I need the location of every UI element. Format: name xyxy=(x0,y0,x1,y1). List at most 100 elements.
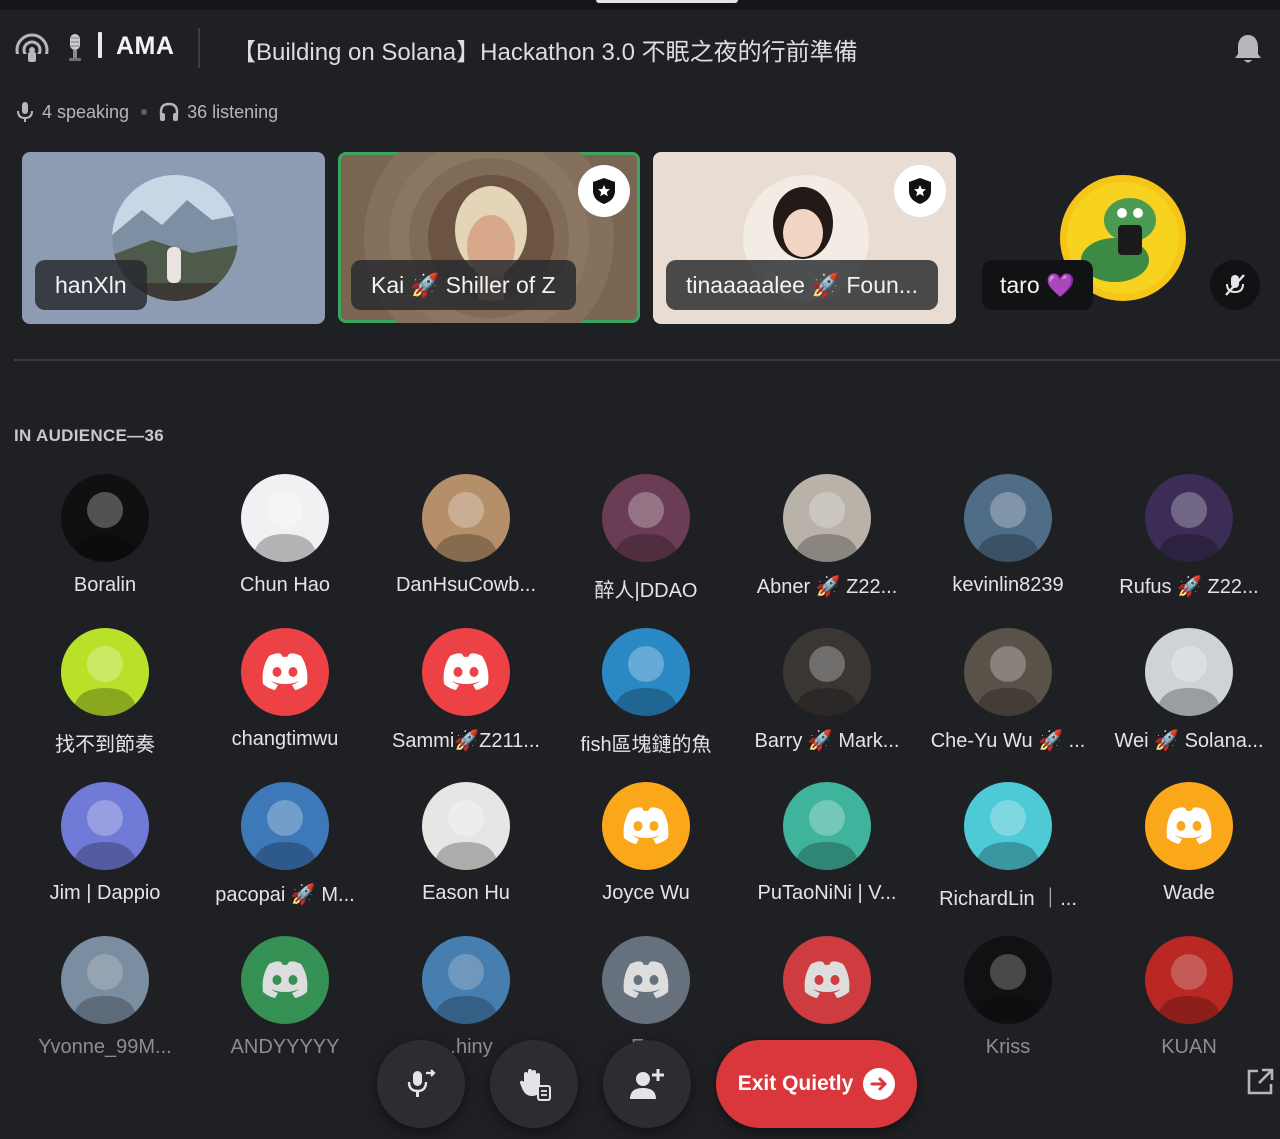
window-top-bar xyxy=(0,0,1280,10)
audience-member[interactable]: Abner 🚀 Z22... xyxy=(737,474,917,614)
member-avatar xyxy=(61,474,149,562)
microphone-arrow-icon xyxy=(407,1069,436,1097)
audience-member[interactable]: Che-Yu Wu 🚀 ... xyxy=(918,628,1098,768)
member-avatar xyxy=(783,474,871,562)
audience-member-name: Che-Yu Wu 🚀 ... xyxy=(930,730,1086,752)
stage-topic: 【Building on Solana】Hackathon 3.0 不眠之夜的行… xyxy=(232,39,858,66)
audience-member[interactable]: Kriss xyxy=(918,936,1098,1076)
audience-member[interactable]: Joyce Wu xyxy=(556,782,736,922)
audience-member[interactable]: kevinlin8239 xyxy=(918,474,1098,614)
audience-member-name: Kriss xyxy=(985,1036,1031,1058)
audience-member[interactable]: 醉人|DDAO xyxy=(556,474,736,614)
audience-member-name: Yvonne_99M... xyxy=(38,1036,172,1058)
audience-member-name: KUAN xyxy=(1161,1036,1217,1058)
moderator-badge-icon xyxy=(578,165,630,217)
member-avatar xyxy=(1145,474,1233,562)
arrow-right-icon xyxy=(863,1068,896,1100)
audience-member-name: PuTaoNiNi | V... xyxy=(757,882,897,904)
audience-member[interactable]: Chun Hao xyxy=(195,474,375,614)
microphone-icon xyxy=(17,102,33,122)
member-avatar xyxy=(422,936,510,1024)
speaker-tile-speaking[interactable]: Kai 🚀 Shiller of Z xyxy=(338,152,640,323)
audience-member-name: Sammi🚀Z211... xyxy=(392,730,540,752)
hand-raise-icon xyxy=(520,1069,551,1101)
moderator-badge-icon xyxy=(894,165,946,217)
member-avatar xyxy=(241,474,329,562)
channel-name: AMA xyxy=(116,32,175,60)
audience-member[interactable]: DanHsuCowb... xyxy=(376,474,556,614)
audience-member-name: 醉人|DDAO xyxy=(594,580,698,602)
member-avatar xyxy=(241,782,329,870)
member-avatar xyxy=(1145,628,1233,716)
audience-member-name: Eason Hu xyxy=(422,882,510,904)
audience-member-name: Abner 🚀 Z22... xyxy=(756,576,898,598)
audience-member[interactable]: Barry 🚀 Mark... xyxy=(737,628,917,768)
popout-icon[interactable] xyxy=(1244,1066,1276,1098)
member-avatar xyxy=(783,782,871,870)
audience-member[interactable]: Jim | Dappio xyxy=(15,782,195,922)
speaking-count: 4 speaking xyxy=(42,101,130,122)
audience-member[interactable]: Boralin xyxy=(15,474,195,614)
audience-member-name: Rufus 🚀 Z22... xyxy=(1119,576,1259,598)
audience-member[interactable]: ANDYYYYY xyxy=(195,936,375,1076)
member-avatar xyxy=(61,782,149,870)
exit-quietly-button[interactable]: Exit Quietly xyxy=(716,1040,917,1128)
speaker-tile[interactable]: hanXln xyxy=(22,152,325,324)
speaker-name: tinaaaaalee 🚀 Foun... xyxy=(666,260,938,310)
audience-member-name: ANDYYYYY xyxy=(230,1036,340,1058)
member-avatar xyxy=(602,474,690,562)
audience-member[interactable]: Rufus 🚀 Z22... xyxy=(1099,474,1279,614)
audience-member-name: pacopai 🚀 M... xyxy=(215,884,355,906)
audience-member[interactable]: Wade xyxy=(1099,782,1279,922)
audience-member[interactable]: Sammi🚀Z211... xyxy=(376,628,556,768)
audience-member-name: kevinlin8239 xyxy=(952,574,1064,596)
member-avatar xyxy=(422,474,510,562)
channel-separator xyxy=(98,32,102,58)
drag-handle[interactable] xyxy=(596,0,738,3)
add-user-icon xyxy=(630,1069,664,1099)
audience-member-name: fish區塊鏈的魚 xyxy=(580,734,712,756)
invite-button[interactable] xyxy=(603,1040,691,1128)
audience-member[interactable]: Eason Hu xyxy=(376,782,556,922)
member-avatar xyxy=(964,474,1052,562)
member-avatar xyxy=(61,936,149,1024)
member-avatar xyxy=(964,936,1052,1024)
member-avatar xyxy=(1145,936,1233,1024)
muted-microphone-icon xyxy=(1210,260,1260,310)
audience-member[interactable]: changtimwu xyxy=(195,628,375,768)
member-avatar xyxy=(783,628,871,716)
section-divider xyxy=(14,359,1280,361)
speaker-name: Kai 🚀 Shiller of Z xyxy=(351,260,576,310)
audience-member[interactable]: Yvonne_99M... xyxy=(15,936,195,1076)
audience-member[interactable]: PuTaoNiNi | V... xyxy=(737,782,917,922)
audience-header: IN AUDIENCE—36 xyxy=(14,426,164,445)
raise-hand-button[interactable] xyxy=(490,1040,578,1128)
audience-member[interactable]: fish區塊鏈的魚 xyxy=(556,628,736,768)
notification-bell-icon[interactable] xyxy=(1232,32,1264,66)
audience-member-name: Chun Hao xyxy=(239,574,331,596)
audience-member-name: Wade xyxy=(1163,882,1215,904)
discord-logo-icon xyxy=(602,936,690,1024)
exit-quietly-label: Exit Quietly xyxy=(737,1072,854,1095)
stats-dot xyxy=(141,109,148,115)
audience-member-name: Barry 🚀 Mark... xyxy=(754,730,900,752)
speaker-name: hanXln xyxy=(35,260,147,310)
stage-stats: 4 speaking 36 listening xyxy=(16,98,278,126)
discord-logo-icon xyxy=(422,628,510,716)
microphone-emoji-icon xyxy=(69,34,81,61)
audience-member[interactable]: pacopai 🚀 M... xyxy=(195,782,375,922)
audience-member[interactable]: KUAN xyxy=(1099,936,1279,1076)
audience-member-name: DanHsuCowb... xyxy=(395,574,537,596)
member-avatar xyxy=(422,782,510,870)
audience-member-name: Wei 🚀 Solana... xyxy=(1114,730,1264,752)
stage-header: AMA 【Building on Solana】Hackathon 3.0 不眠… xyxy=(0,18,1280,78)
speaker-name: taro 💜 xyxy=(982,260,1093,310)
speaker-tile[interactable]: tinaaaaalee 🚀 Foun... xyxy=(653,152,956,324)
audience-member[interactable]: 找不到節奏 xyxy=(15,628,195,768)
audience-member-name: Jim | Dappio xyxy=(49,882,161,904)
audience-member[interactable]: Wei 🚀 Solana... xyxy=(1099,628,1279,768)
audience-member-name: RichardLin ｜... xyxy=(939,888,1077,910)
audience-member[interactable]: RichardLin ｜... xyxy=(918,782,1098,922)
request-to-speak-button[interactable] xyxy=(377,1040,465,1128)
member-avatar xyxy=(964,628,1052,716)
